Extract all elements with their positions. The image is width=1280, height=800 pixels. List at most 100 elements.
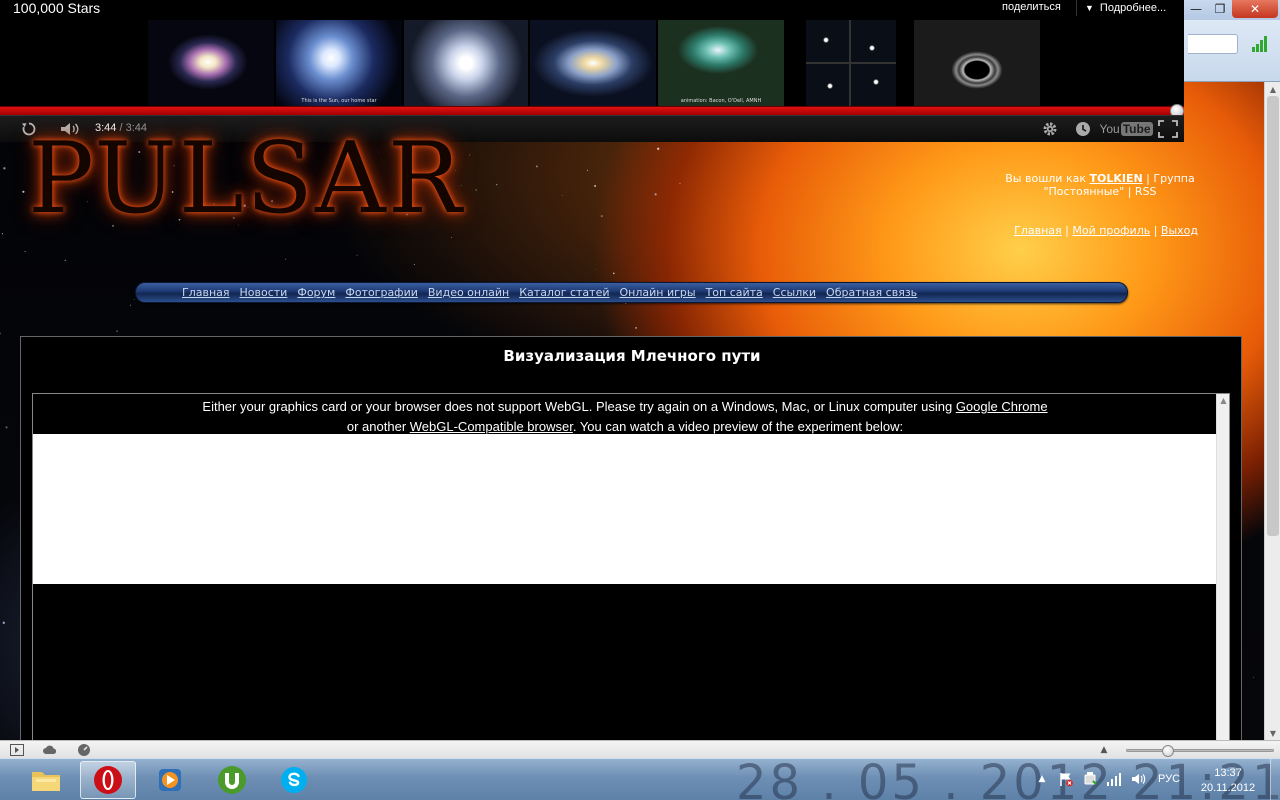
page-title: Визуализация Млечного пути (503, 347, 761, 365)
content-box: Визуализация Млечного пути Either your g… (20, 336, 1242, 742)
webgl-browser-link[interactable]: WebGL-Compatible browser (410, 419, 573, 434)
nav-item-home[interactable]: Главная (182, 286, 230, 299)
webgl-error-message: Either your graphics card or your browse… (33, 397, 1217, 437)
scroll-thumb[interactable] (1267, 96, 1279, 536)
nav-item-links[interactable]: Ссылки (773, 286, 816, 299)
speed-dial-signal-icon[interactable] (1250, 34, 1270, 54)
nav-item-articles[interactable]: Каталог статей (519, 286, 609, 299)
youtube-logo-you: You (1099, 122, 1120, 136)
opera-unite-cloud-icon[interactable] (42, 743, 58, 757)
related-thumbnails: This is the Sun, our home star animation… (148, 20, 1042, 106)
video-title[interactable]: 100,000 Stars (13, 0, 100, 16)
show-desktop-button[interactable] (1270, 759, 1280, 800)
nav-item-top[interactable]: Топ сайта (706, 286, 763, 299)
site-logo[interactable]: PULSAR (28, 122, 464, 236)
clock-icon[interactable] (1073, 120, 1093, 138)
scroll-down-arrow-icon[interactable]: ▼ (1265, 726, 1280, 740)
opera-icon (94, 766, 122, 794)
clock-time: 13:37 (1214, 767, 1242, 779)
address-bar[interactable] (1188, 34, 1238, 54)
background-star (22, 190, 25, 193)
minimize-button[interactable]: — (1184, 0, 1208, 18)
message-text: . You can watch a video preview of the e… (572, 419, 904, 434)
background-star (595, 269, 596, 271)
taskbar-app-opera[interactable] (80, 761, 136, 799)
nav-item-news[interactable]: Новости (240, 286, 288, 299)
thumbnail-galaxy[interactable] (148, 20, 274, 106)
taskbar-app-media-player[interactable] (142, 761, 198, 799)
nav-item-feedback[interactable]: Обратная связь (826, 286, 917, 299)
background-star (64, 259, 66, 261)
taskbar-app-utorrent[interactable] (204, 761, 260, 799)
user-panel: Вы вошли как TOLKIEN | Группа "Постоянны… (1005, 172, 1195, 198)
close-button[interactable]: ✕ (1232, 0, 1278, 18)
skype-icon (281, 767, 307, 793)
scroll-up-arrow-icon[interactable]: ▲ (1217, 396, 1230, 405)
rss-link[interactable]: RSS (1135, 185, 1157, 198)
safely-remove-device-icon[interactable] (1082, 771, 1098, 787)
video-progress-bar[interactable] (0, 104, 1184, 118)
action-center-flag-icon[interactable] (1058, 771, 1074, 787)
background-star (535, 165, 538, 168)
nav-item-forum[interactable]: Форум (297, 286, 335, 299)
taskbar-app-skype[interactable] (266, 761, 322, 799)
thumbnail-sun[interactable]: This is the Sun, our home star (276, 20, 402, 106)
message-text: or another (346, 419, 410, 434)
nav-item-games[interactable]: Онлайн игры (620, 286, 696, 299)
profile-link[interactable]: Мой профиль (1072, 224, 1150, 237)
thumbnail-nebula[interactable]: animation: Bacon, O'Dell, AMNH (658, 20, 784, 106)
background-star (0, 332, 1, 335)
background-star (587, 169, 588, 171)
zoom-slider[interactable] (1126, 745, 1274, 757)
fullscreen-icon[interactable] (1157, 120, 1179, 138)
background-star (3, 167, 6, 170)
background-star (129, 304, 132, 306)
nav-item-photos[interactable]: Фотографии (345, 286, 418, 299)
gear-icon[interactable] (1040, 120, 1060, 138)
more-info-label: Подробнее... (1099, 2, 1167, 14)
thumbnail-spiral[interactable] (530, 20, 656, 106)
google-chrome-link[interactable]: Google Chrome (956, 399, 1048, 414)
group-link[interactable]: Постоянные (1049, 185, 1120, 198)
taskbar-app-explorer[interactable] (18, 761, 74, 799)
turbo-speedometer-icon[interactable] (76, 743, 92, 757)
background-star (475, 189, 478, 191)
user-links: Главная | Мой профиль | Выход (1014, 224, 1198, 237)
more-info-link[interactable]: ▼ Подробнее... (1076, 0, 1166, 16)
background-star (24, 251, 26, 253)
user-name-link[interactable]: TOLKIEN (1089, 172, 1142, 185)
maximize-button[interactable]: ❐ (1208, 0, 1232, 18)
language-indicator[interactable]: РУС (1158, 773, 1180, 785)
background-star (116, 330, 118, 332)
scroll-up-arrow-icon[interactable]: ▲ (1265, 82, 1280, 96)
video-preview-area[interactable] (33, 434, 1217, 584)
background-star (657, 147, 660, 150)
embed-scrollbar[interactable]: ▲ (1216, 394, 1229, 742)
network-signal-icon[interactable] (1106, 771, 1122, 787)
thumbnail-black-hole[interactable] (914, 20, 1040, 106)
background-star (1253, 677, 1254, 679)
group-prefix: | Группа (1142, 172, 1195, 185)
nav-item-video[interactable]: Видео онлайн (428, 286, 509, 299)
video-player[interactable]: 100,000 Stars поделиться ▼ Подробнее... … (0, 0, 1184, 142)
system-clock[interactable]: 13:37 20.11.2012 (1196, 766, 1260, 796)
share-link[interactable]: поделиться (1002, 1, 1061, 13)
thumbnail-star-grid[interactable] (806, 20, 896, 106)
panel-toggle-icon[interactable] (9, 743, 25, 757)
background-star (5, 426, 8, 429)
show-hidden-icons-icon[interactable]: ▲ (1034, 771, 1050, 787)
thumbnail-cluster[interactable] (404, 20, 528, 106)
home-link[interactable]: Главная (1014, 224, 1062, 237)
background-star (469, 154, 471, 156)
youtube-logo-tube: Tube (1120, 122, 1153, 136)
clock-date: 20.11.2012 (1200, 782, 1256, 794)
window-controls: — ❐ ✕ (1184, 0, 1280, 20)
background-star (450, 237, 452, 238)
logout-link[interactable]: Выход (1161, 224, 1198, 237)
background-star (496, 184, 498, 186)
page-scrollbar[interactable]: ▲ ▼ (1264, 82, 1280, 740)
speaker-icon[interactable] (1130, 771, 1146, 787)
youtube-logo[interactable]: You Tube (1099, 120, 1153, 138)
thumbnail-caption: animation: Bacon, O'Dell, AMNH (680, 98, 762, 104)
thumbnail-caption: This is the Sun, our home star (301, 98, 377, 104)
